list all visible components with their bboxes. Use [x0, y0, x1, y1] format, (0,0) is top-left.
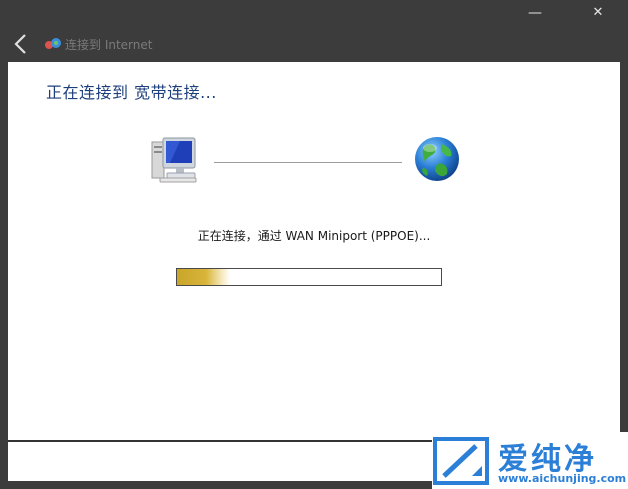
progress-bar	[176, 268, 442, 286]
title-bar: — ✕ 连接到 Internet	[0, 0, 628, 62]
progress-fill	[177, 269, 230, 285]
close-button[interactable]: ✕	[584, 3, 612, 23]
minimize-button[interactable]: —	[521, 3, 549, 23]
network-connection-icon	[45, 38, 61, 49]
globe-icon	[415, 137, 459, 181]
dialog-content: 正在连接到 宽带连接... 正在连接，通过 WAN Miniport (PPPO…	[8, 62, 620, 440]
computer-icon	[151, 137, 197, 183]
connection-line	[214, 162, 402, 163]
window-title: 连接到 Internet	[65, 38, 153, 52]
watermark-url: www.aichunjing.com	[498, 472, 627, 485]
watermark-logo-icon	[433, 437, 489, 485]
watermark: 爱纯净 www.aichunjing.com	[432, 432, 628, 489]
back-arrow-icon[interactable]	[10, 32, 34, 56]
page-title: 正在连接到 宽带连接...	[46, 83, 217, 102]
status-text: 正在连接，通过 WAN Miniport (PPPOE)...	[197, 229, 431, 243]
